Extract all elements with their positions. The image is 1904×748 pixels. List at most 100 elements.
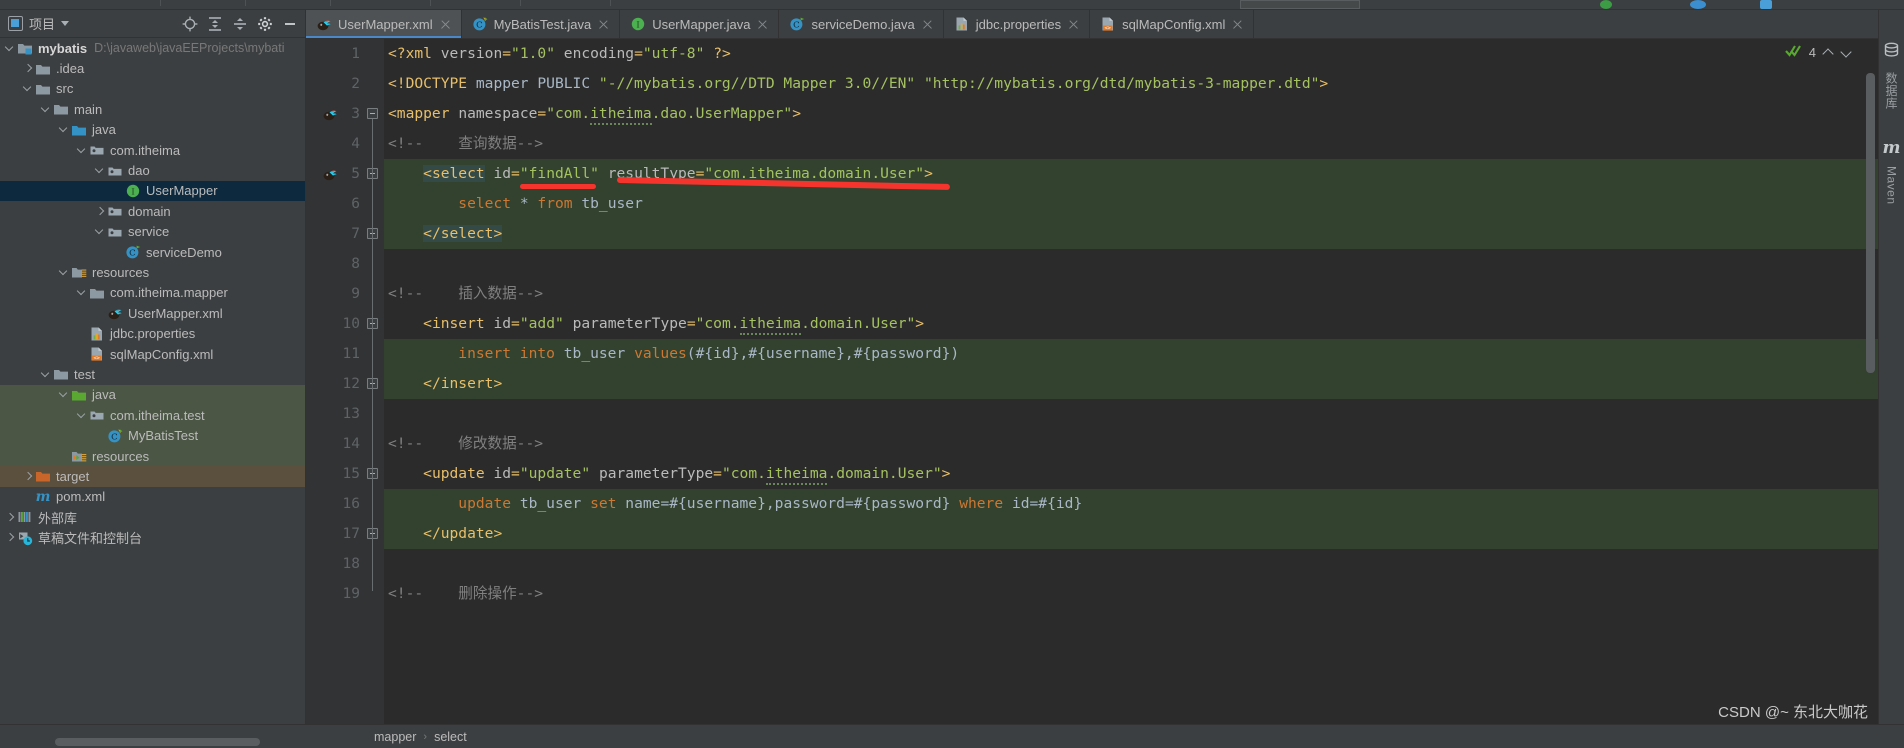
- close-icon[interactable]: [756, 18, 769, 31]
- locate-target-icon[interactable]: [182, 16, 198, 32]
- code-line[interactable]: <!-- 删除操作-->: [384, 579, 1878, 609]
- code-line[interactable]: </update>: [384, 519, 1878, 549]
- tree-item-com-itheima[interactable]: com.itheima: [0, 140, 305, 160]
- editor-tab-sqlmapconfig-xml[interactable]: <> sqlMapConfig.xml: [1090, 10, 1255, 38]
- tree-item-servicedemo[interactable]: CserviceDemo: [0, 242, 305, 262]
- tree-twisty-down-icon[interactable]: [94, 225, 107, 238]
- tree-twisty-down-icon[interactable]: [94, 164, 107, 177]
- editor-tab-servicedemo-java[interactable]: CserviceDemo.java: [779, 10, 944, 38]
- tree-item-idea[interactable]: .idea: [0, 58, 305, 78]
- database-icon[interactable]: [1883, 42, 1900, 64]
- tree-twisty-down-icon[interactable]: [4, 42, 17, 55]
- editor-tab-jdbc-properties[interactable]: jdbc.properties: [943, 10, 1091, 38]
- tree-item-mybatis[interactable]: mybatis D:\javaweb\javaEEProjects\mybati: [0, 38, 305, 58]
- tree-twisty-down-icon[interactable]: [58, 388, 71, 401]
- tree-twisty-down-icon[interactable]: [40, 368, 53, 381]
- expand-all-icon[interactable]: [207, 16, 223, 32]
- tree-twisty-right-icon[interactable]: [94, 205, 107, 218]
- chevron-up-icon[interactable]: [1823, 47, 1834, 58]
- code-line[interactable]: <!DOCTYPE mapper PUBLIC "-//mybatis.org/…: [384, 69, 1878, 99]
- tree-twisty-down-icon[interactable]: [58, 266, 71, 279]
- breadcrumb[interactable]: mapper › select: [306, 730, 467, 744]
- tree-twisty-right-icon[interactable]: [22, 62, 35, 75]
- mybatis-navigate-icon[interactable]: [322, 166, 339, 182]
- tree-twisty-right-icon[interactable]: [4, 511, 17, 524]
- code-text-area[interactable]: <?xml version="1.0" encoding="utf-8" ?> <…: [384, 39, 1878, 724]
- tree-item-java[interactable]: java: [0, 120, 305, 140]
- tree-twisty-right-icon[interactable]: [22, 470, 35, 483]
- tree-item-pom-xml[interactable]: m pom.xml: [0, 487, 305, 507]
- tree-item-sqlmapconfig-xml[interactable]: <> sqlMapConfig.xml: [0, 344, 305, 364]
- tree-item-main[interactable]: main: [0, 99, 305, 119]
- tree-item-[interactable]: 草稿文件和控制台: [0, 527, 305, 547]
- code-line[interactable]: update tb_user set name=#{username},pass…: [384, 489, 1878, 519]
- tree-item-com-itheima-mapper[interactable]: com.itheima.mapper: [0, 283, 305, 303]
- collapse-all-icon[interactable]: [232, 16, 248, 32]
- tree-item-mybatistest[interactable]: C MyBatisTest: [0, 425, 305, 446]
- code-line[interactable]: <update id="update" parameterType="com.i…: [384, 459, 1878, 489]
- tree-twisty-down-icon[interactable]: [76, 286, 89, 299]
- gutter-icon-column[interactable]: [306, 39, 340, 724]
- right-stripe-label-maven[interactable]: Maven: [1885, 166, 1899, 205]
- editor-tab-bar[interactable]: UserMapper.xml C MyBatisTest.java I UserMapp…: [306, 10, 1878, 39]
- tree-twisty-down-icon[interactable]: [40, 103, 53, 116]
- code-line[interactable]: [384, 549, 1878, 579]
- tree-item-resources[interactable]: resources: [0, 445, 305, 467]
- code-line[interactable]: </select>: [384, 219, 1878, 249]
- code-line[interactable]: select * from tb_user: [384, 189, 1878, 219]
- tree-twisty-right-icon[interactable]: [4, 531, 17, 544]
- tree-item-service[interactable]: service: [0, 222, 305, 242]
- close-icon[interactable]: [921, 18, 934, 31]
- tree-item-usermapper-xml[interactable]: UserMapper.xml: [0, 303, 305, 323]
- editor-tab-mybatistest-java[interactable]: C MyBatisTest.java: [461, 10, 621, 38]
- mybatis-navigate-icon[interactable]: [322, 106, 339, 122]
- tree-item-src[interactable]: src: [0, 79, 305, 99]
- close-icon[interactable]: [439, 18, 452, 31]
- code-line[interactable]: <!-- 插入数据-->: [384, 279, 1878, 309]
- code-folding-column[interactable]: [362, 39, 384, 724]
- tree-item-domain[interactable]: domain: [0, 201, 305, 221]
- editor-viewport[interactable]: 1 2 3 4 5 6 7 8 9 10 11 12 13 14 15 16 17 18 19 <?xml vers…: [306, 39, 1878, 724]
- tree-twisty-down-icon[interactable]: [76, 409, 89, 422]
- code-line[interactable]: <!-- 修改数据-->: [384, 429, 1878, 459]
- tree-item-resources[interactable]: resources: [0, 262, 305, 282]
- tree-twisty-down-icon[interactable]: [76, 144, 89, 157]
- maven-icon[interactable]: m: [1883, 138, 1901, 158]
- tree-item-target[interactable]: target: [0, 466, 305, 487]
- code-line[interactable]: <mapper namespace="com.itheima.dao.UserM…: [384, 99, 1878, 129]
- tree-item-com-itheima-test[interactable]: com.itheima.test: [0, 405, 305, 426]
- code-line[interactable]: insert into tb_user values(#{id},#{usern…: [384, 339, 1878, 369]
- inspection-widget[interactable]: 4: [1784, 44, 1852, 60]
- tree-item-dao[interactable]: dao: [0, 160, 305, 180]
- minimize-icon[interactable]: [282, 16, 298, 32]
- code-line[interactable]: [384, 249, 1878, 279]
- code-line[interactable]: [384, 399, 1878, 429]
- breadcrumb-item-select[interactable]: select: [434, 730, 467, 744]
- code-line[interactable]: </insert>: [384, 369, 1878, 399]
- editor-gutter[interactable]: 1 2 3 4 5 6 7 8 9 10 11 12 13 14 15 16 17 18 19: [306, 39, 384, 724]
- editor-tab-usermapper-java[interactable]: I UserMapper.java: [620, 10, 780, 38]
- tree-item-jdbc-properties[interactable]: jdbc.properties: [0, 323, 305, 343]
- tree-item-test[interactable]: test: [0, 364, 305, 384]
- project-title-button[interactable]: 项目: [8, 14, 70, 33]
- close-icon[interactable]: [597, 18, 610, 31]
- code-line[interactable]: <!-- 查询数据-->: [384, 129, 1878, 159]
- right-stripe-label-database[interactable]: 数据库: [1883, 72, 1900, 110]
- chevron-down-icon[interactable]: [61, 21, 70, 26]
- tree-item-[interactable]: 外部库: [0, 507, 305, 527]
- gear-icon[interactable]: [257, 16, 273, 32]
- editor-tab-usermapper-xml[interactable]: UserMapper.xml: [306, 10, 462, 38]
- project-tree[interactable]: mybatis D:\javaweb\javaEEProjects\mybati.…: [0, 38, 305, 724]
- close-icon[interactable]: [1067, 18, 1080, 31]
- fold-collapse-icon[interactable]: [367, 108, 378, 119]
- code-line[interactable]: <?xml version="1.0" encoding="utf-8" ?>: [384, 39, 1878, 69]
- chevron-down-icon[interactable]: [1841, 47, 1852, 58]
- project-horizontal-scrollbar[interactable]: [55, 738, 260, 746]
- tree-item-java[interactable]: java: [0, 384, 305, 406]
- tree-item-usermapper[interactable]: I UserMapper: [0, 180, 305, 202]
- tree-twisty-down-icon[interactable]: [22, 82, 35, 95]
- breadcrumb-item-mapper[interactable]: mapper: [374, 730, 416, 744]
- code-line[interactable]: <select id="findAll" resultType="com.ith…: [384, 159, 1878, 189]
- code-line[interactable]: <insert id="add" parameterType="com.ithe…: [384, 309, 1878, 339]
- close-icon[interactable]: [1231, 18, 1244, 31]
